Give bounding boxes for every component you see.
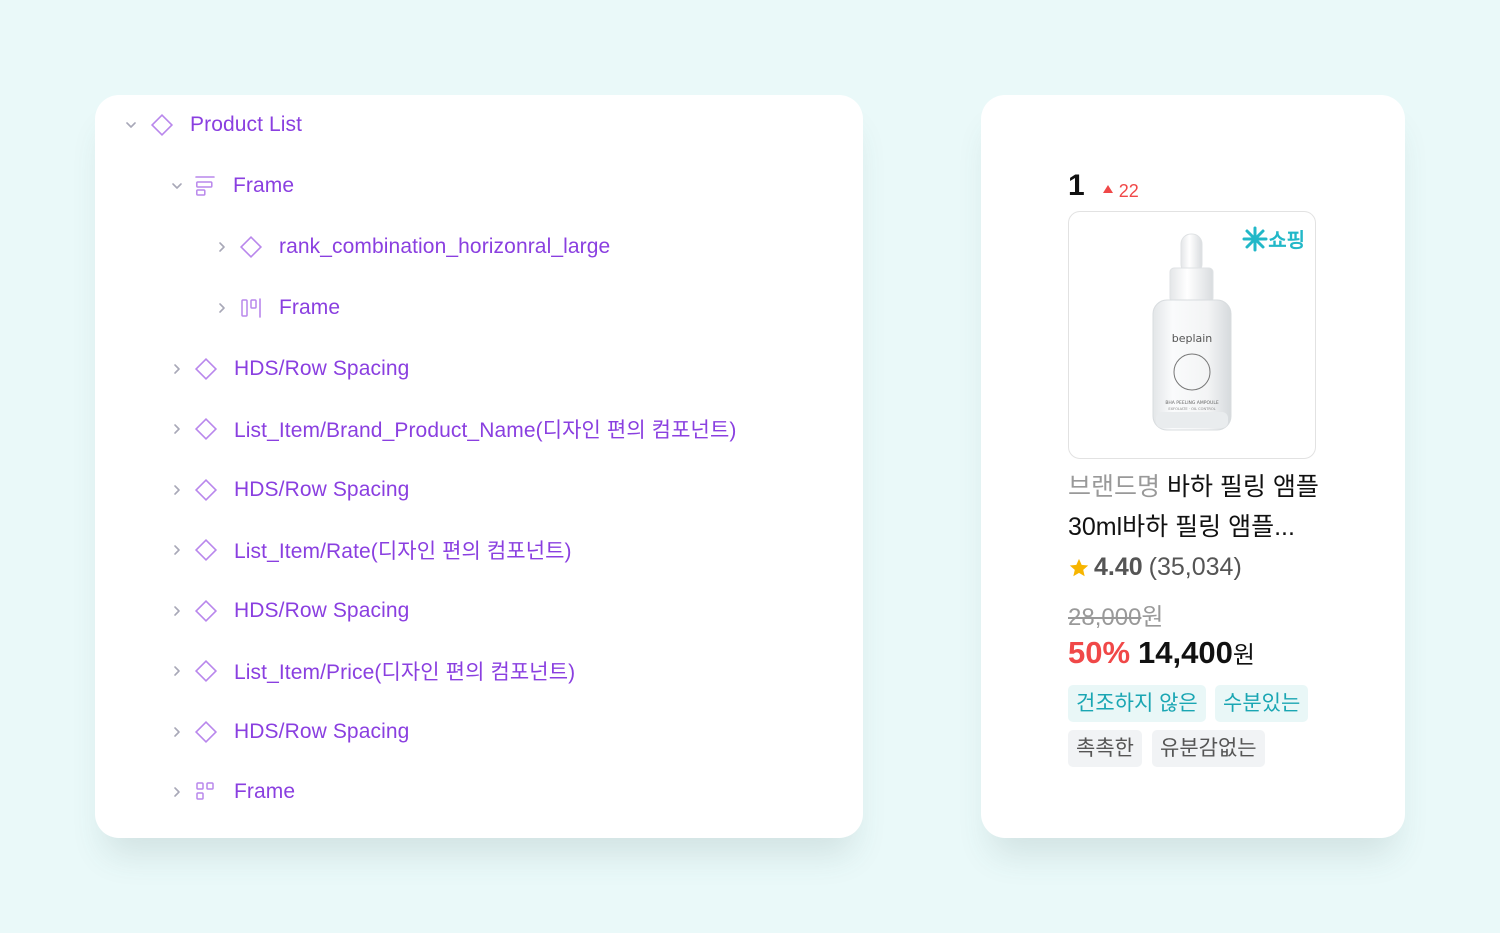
layer-name: HDS/Row Spacing [234, 478, 410, 501]
layer-row-frame[interactable]: Frame [95, 166, 863, 206]
brand-name: 브랜드명 [1068, 473, 1161, 501]
component-icon [193, 477, 219, 503]
layer-row-price[interactable]: List_Item/Price(디자인 편의 컴포넌트) [95, 651, 863, 691]
component-icon [193, 416, 219, 442]
component-icon [193, 598, 219, 624]
layer-row-row-spacing[interactable]: HDS/Row Spacing [95, 591, 863, 631]
product-title-line2: 30ml바하 필링 앰플... [1068, 513, 1295, 541]
layer-row-row-spacing[interactable]: HDS/Row Spacing [95, 349, 863, 389]
vertical-layout-icon [192, 173, 218, 199]
bottle-brand-text: beplain [1172, 332, 1213, 345]
chevron-right-icon[interactable] [170, 664, 184, 678]
chevron-right-icon[interactable] [170, 483, 184, 497]
layer-name: Product List [190, 113, 303, 136]
grid-layout-icon [193, 779, 219, 805]
rank-number: 1 [1068, 169, 1085, 202]
arrow-up-icon [1102, 185, 1113, 193]
shopping-badge: 쇼핑 [1242, 224, 1305, 253]
layer-row-product-list[interactable]: Product List [95, 105, 863, 145]
chevron-right-icon[interactable] [215, 240, 229, 254]
rating-score: 4.40 [1094, 553, 1143, 581]
layer-row-rank-combination[interactable]: rank_combination_horizonral_large [95, 227, 863, 267]
chevron-right-icon[interactable] [170, 725, 184, 739]
layer-row-frame[interactable]: Frame [95, 288, 863, 328]
layer-row-frame[interactable]: Frame [95, 772, 863, 812]
layer-row-brand-product-name[interactable]: List_Item/Brand_Product_Name(디자인 편의 컴포넌트… [95, 409, 863, 449]
component-icon [193, 719, 219, 745]
layer-name: Frame [279, 296, 341, 319]
component-icon [193, 356, 219, 382]
chevron-right-icon[interactable] [170, 362, 184, 376]
original-price: 28,000원 [1068, 597, 1164, 632]
keyword-tag[interactable]: 건조하지 않은 [1068, 685, 1206, 722]
product-card-panel: 1 22 beplain BHA PEELING AMPOULE EXFOLIA… [981, 95, 1405, 838]
chevron-down-icon[interactable] [170, 179, 184, 193]
layers-panel: Product List Frame rank_combination_hori… [95, 95, 863, 838]
component-icon [238, 234, 264, 260]
sale-price-line: 50% 14,400 원 [1068, 635, 1255, 671]
layer-row-row-spacing[interactable]: HDS/Row Spacing [95, 470, 863, 510]
rating: 4.40 (35,034) [1068, 553, 1242, 582]
layer-row-rate[interactable]: List_Item/Rate(디자인 편의 컴포넌트) [95, 530, 863, 570]
chevron-right-icon[interactable] [170, 785, 184, 799]
chevron-right-icon[interactable] [215, 301, 229, 315]
chevron-right-icon[interactable] [170, 543, 184, 557]
keyword-tag[interactable]: 촉촉한 [1068, 730, 1142, 767]
chevron-down-icon[interactable] [124, 118, 138, 132]
star-icon [1069, 558, 1089, 576]
component-icon [193, 537, 219, 563]
product-title: 바하 필링 앰플 [1166, 473, 1319, 501]
keyword-tag[interactable]: 유분감없는 [1152, 730, 1265, 767]
chevron-right-icon[interactable] [170, 604, 184, 618]
chevron-right-icon[interactable] [170, 422, 184, 436]
sale-price: 14,400 [1138, 635, 1233, 670]
layer-name: HDS/Row Spacing [234, 357, 410, 380]
sparkle-icon [1242, 226, 1268, 251]
review-count: (35,034) [1148, 553, 1242, 581]
layer-name: Frame [234, 780, 296, 803]
layer-name: List_Item/Price(디자인 편의 컴포넌트) [234, 661, 576, 684]
keyword-tag[interactable]: 수분있는 [1215, 685, 1309, 722]
layer-name: List_Item/Rate(디자인 편의 컴포넌트) [234, 540, 572, 563]
currency-unit: 원 [1141, 604, 1164, 631]
layer-row-row-spacing[interactable]: HDS/Row Spacing [95, 712, 863, 752]
product-name[interactable]: 브랜드명 바하 필링 앰플 30ml바하 필링 앰플... [1068, 467, 1328, 547]
layer-name: Frame [233, 174, 295, 197]
component-icon [193, 658, 219, 684]
bottle-label-text: EXFOLIATE · OIL CONTROL [1168, 407, 1215, 411]
layer-name: rank_combination_horizonral_large [279, 235, 611, 258]
shopping-badge-label: 쇼핑 [1268, 230, 1305, 252]
discount-rate: 50% [1068, 635, 1131, 670]
rank-change: 22 [1102, 180, 1139, 202]
layer-name: HDS/Row Spacing [234, 720, 410, 743]
rank-indicator: 1 22 [1068, 169, 1139, 203]
horizontal-layout-icon [238, 295, 264, 321]
original-price-value: 28,000 [1068, 604, 1142, 631]
layer-name: HDS/Row Spacing [234, 599, 410, 622]
component-icon [149, 112, 175, 138]
product-thumbnail[interactable]: beplain BHA PEELING AMPOULE EXFOLIATE · … [1068, 211, 1316, 459]
currency-unit: 원 [1232, 642, 1255, 669]
layer-name: List_Item/Brand_Product_Name(디자인 편의 컴포넌트… [234, 419, 737, 442]
rank-change-value: 22 [1118, 180, 1139, 201]
bottle-label-text: BHA PEELING AMPOULE [1165, 400, 1219, 406]
